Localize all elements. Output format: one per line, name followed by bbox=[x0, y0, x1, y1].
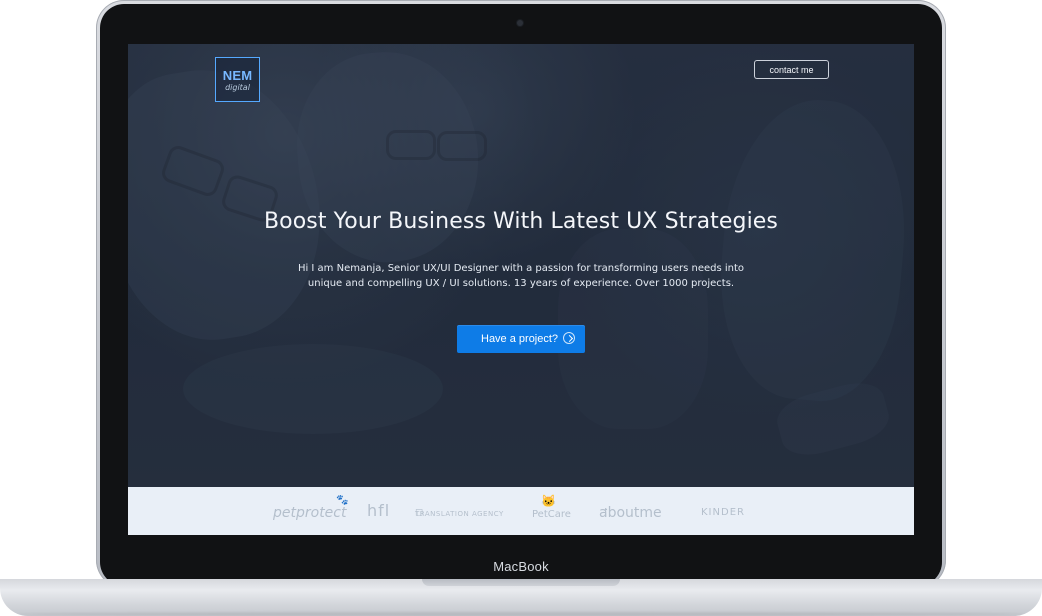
logo-main-text: NEM bbox=[222, 68, 253, 83]
client-logo-petcare: PetCare bbox=[532, 509, 571, 520]
client-logo-kinder: KINDER bbox=[701, 507, 745, 518]
chevron-right-circle-icon bbox=[563, 332, 575, 344]
pet-icon: 🐱 bbox=[541, 494, 556, 508]
client-logos-strip: petprotect hfl TRANSLATION AGENCY PetCar… bbox=[128, 487, 914, 535]
hero-section: NEM digital contact me Boost Your Busine… bbox=[128, 44, 914, 487]
site-logo[interactable]: NEM digital bbox=[215, 57, 260, 102]
person-icon: ◔ bbox=[602, 505, 609, 516]
client-logo-petprotect: petprotect bbox=[273, 505, 347, 521]
have-project-button[interactable]: Have a project? bbox=[457, 325, 585, 353]
logo-sub-text: digital bbox=[225, 83, 250, 92]
client-logo-translation-agency: TRANSLATION AGENCY bbox=[415, 510, 504, 518]
client-logo-hfl: hfl bbox=[367, 501, 391, 520]
language-icon: ◻ bbox=[415, 507, 424, 518]
have-project-label: Have a project? bbox=[481, 333, 559, 345]
hero-description: Hi I am Nemanja, Senior UX/UI Designer w… bbox=[297, 263, 745, 289]
camera-icon bbox=[517, 20, 523, 26]
client-logo-aboutme: aboutme bbox=[599, 505, 662, 521]
hero-title: Boost Your Business With Latest UX Strat… bbox=[263, 209, 778, 234]
contact-button[interactable]: contact me bbox=[754, 60, 829, 79]
mockup-stage: NEM digital contact me Boost Your Busine… bbox=[0, 0, 1042, 616]
laptop-brand: MacBook bbox=[493, 559, 549, 574]
laptop-base bbox=[0, 579, 1042, 616]
paw-icon: 🐾 bbox=[336, 495, 349, 506]
laptop-shadow bbox=[18, 612, 1024, 616]
website-screen: NEM digital contact me Boost Your Busine… bbox=[128, 44, 914, 535]
